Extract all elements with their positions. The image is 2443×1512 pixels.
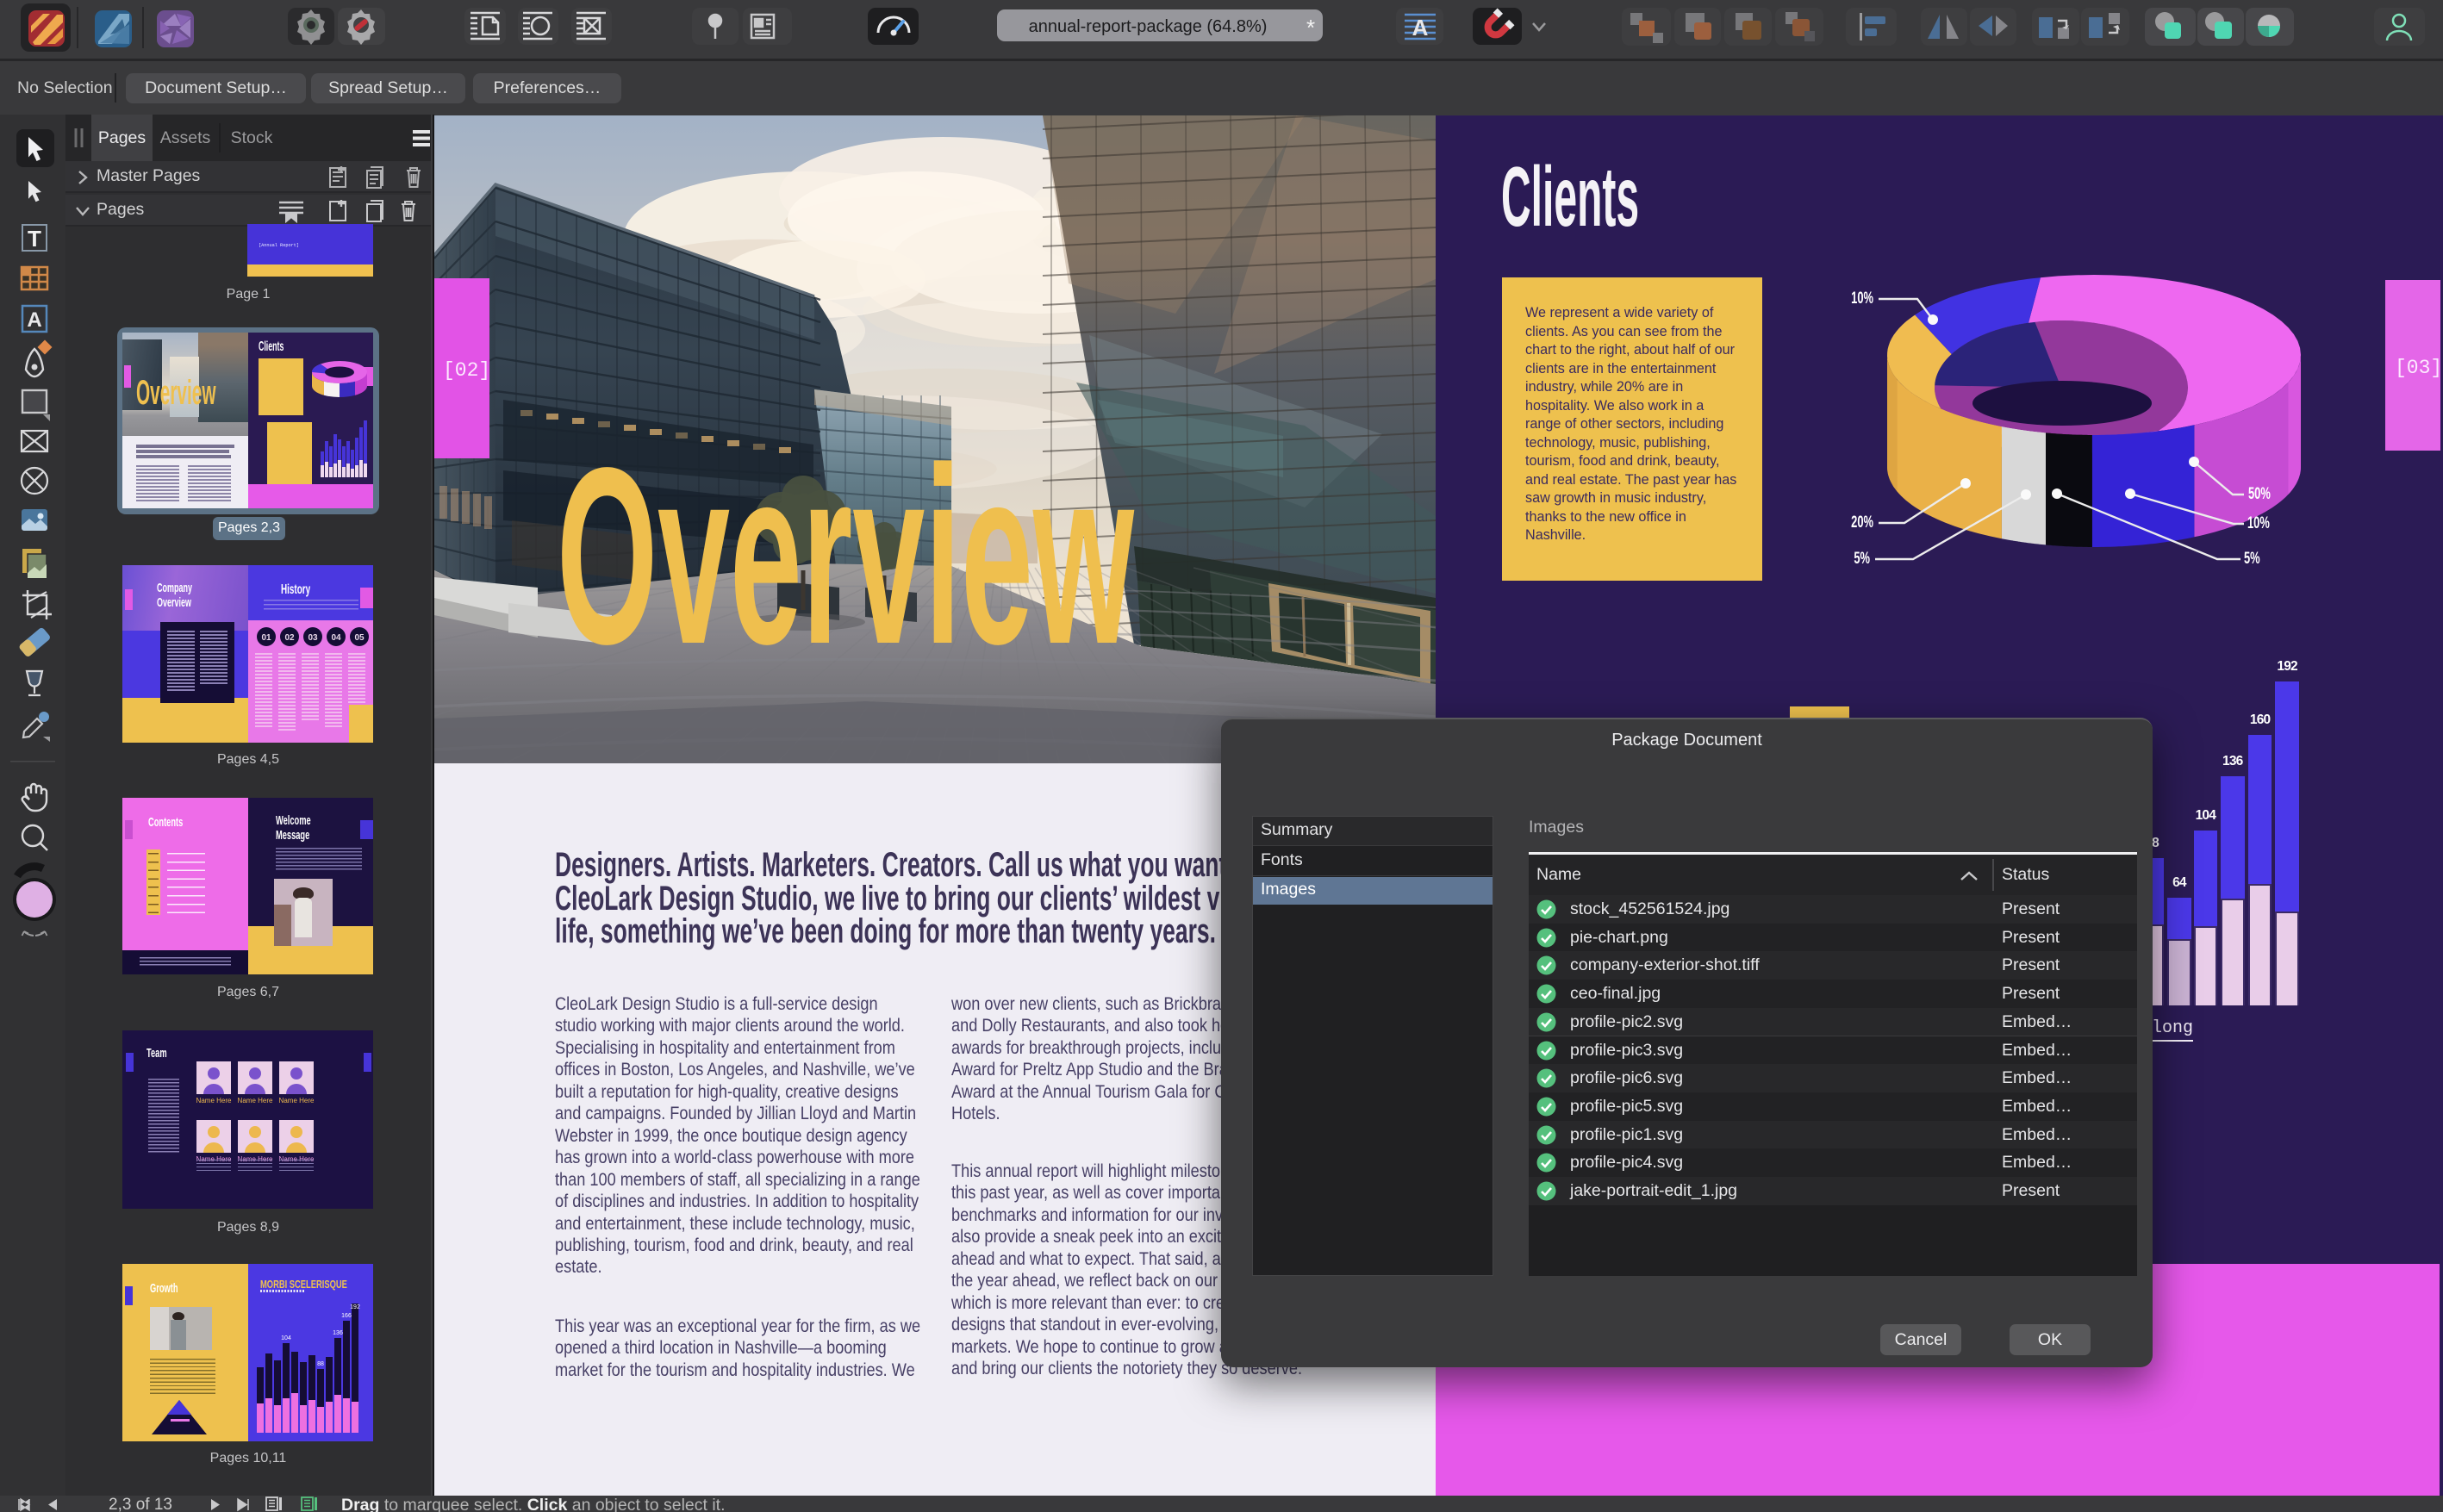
- svg-text:annual-report-package (64.8%): annual-report-package (64.8%): [1029, 17, 1268, 36]
- svg-text:104: 104: [281, 1335, 291, 1341]
- svg-text:05: 05: [354, 633, 365, 643]
- svg-text:88: 88: [317, 1361, 324, 1367]
- svg-text:Name Here: Name Here: [279, 1097, 314, 1104]
- svg-text:A: A: [27, 308, 41, 332]
- svg-text:04: 04: [331, 633, 341, 643]
- svg-text:[02]: [02]: [443, 359, 490, 382]
- svg-text:192: 192: [350, 1304, 360, 1310]
- svg-text:A: A: [1412, 15, 1429, 40]
- svg-text:Overview: Overview: [557, 416, 1135, 697]
- svg-text:Name Here: Name Here: [238, 1097, 273, 1104]
- svg-text:Name Here: Name Here: [196, 1097, 232, 1104]
- svg-text:03: 03: [308, 633, 318, 643]
- svg-text:166: 166: [341, 1313, 352, 1319]
- svg-text:01: 01: [261, 633, 271, 643]
- svg-text:02: 02: [284, 633, 295, 643]
- svg-text:136: 136: [333, 1330, 343, 1336]
- svg-text:*: *: [1306, 15, 1315, 40]
- svg-text:T: T: [28, 226, 41, 252]
